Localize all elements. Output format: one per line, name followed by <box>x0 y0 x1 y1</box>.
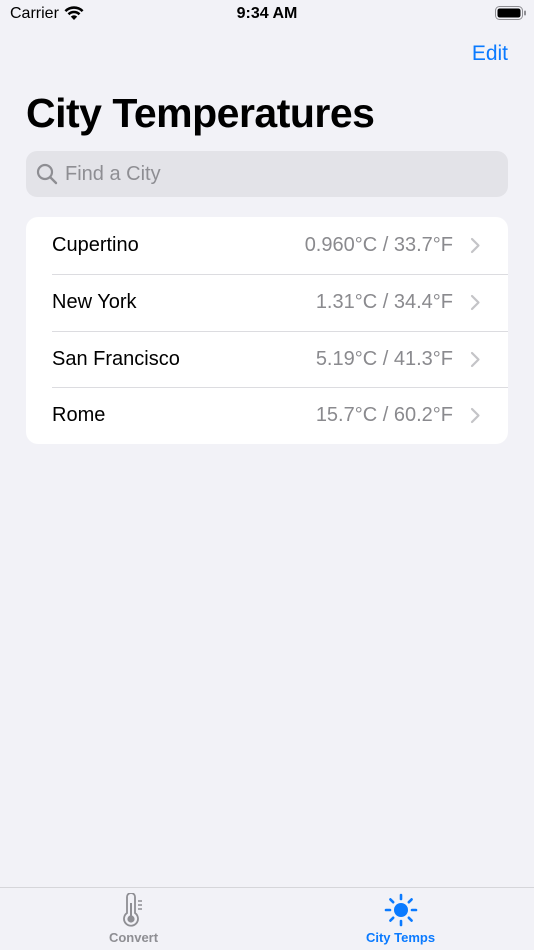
chevron-right-icon <box>470 351 480 367</box>
chevron-right-icon <box>470 237 480 254</box>
tab-city-temps[interactable]: City Temps <box>267 888 534 950</box>
city-list: Cupertino 0.960°C / 33.7°F New York 1.31… <box>26 217 508 444</box>
city-temperature: 15.7°C / 60.2°F <box>315 404 453 427</box>
thermometer-icon <box>122 893 142 927</box>
page-title: City Temperatures <box>26 90 375 136</box>
list-item-new-york[interactable]: New York 1.31°C / 34.4°F <box>26 273 508 331</box>
city-name: San Francisco <box>52 347 180 370</box>
city-temperature: 0.960°C / 33.7°F <box>304 234 453 256</box>
city-temperature: 1.31°C / 34.4°F <box>315 290 453 313</box>
city-name: Rome <box>52 404 106 427</box>
edit-button[interactable]: Edit <box>472 42 508 66</box>
chevron-right-icon <box>470 294 480 310</box>
list-item-cupertino[interactable]: Cupertino 0.960°C / 33.7°F <box>26 217 508 274</box>
tab-label: City Temps <box>365 930 436 945</box>
tab-convert[interactable]: Convert <box>0 888 267 950</box>
search-input[interactable] <box>65 151 495 197</box>
clock: 9:34 AM <box>236 5 298 22</box>
tab-label: Convert <box>108 930 159 945</box>
status-bar: Carrier 9:34 AM <box>0 0 534 28</box>
list-item-rome[interactable]: Rome 15.7°C / 60.2°F <box>26 387 508 444</box>
battery-icon <box>495 6 526 20</box>
tab-bar: Convert City Temps <box>0 887 534 950</box>
city-name: Cupertino <box>52 234 139 256</box>
search-icon <box>36 163 58 185</box>
chevron-right-icon <box>470 408 480 424</box>
city-temperature: 5.19°C / 41.3°F <box>315 347 453 370</box>
list-item-san-francisco[interactable]: San Francisco 5.19°C / 41.3°F <box>26 330 508 388</box>
search-bar[interactable] <box>26 151 508 197</box>
city-name: New York <box>52 290 137 313</box>
sun-icon <box>384 893 417 927</box>
